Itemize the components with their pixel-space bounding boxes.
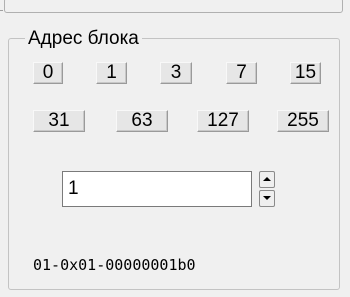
address-readout: 01-0x01-00000001b0 [33,256,196,274]
value-button-127[interactable]: 127 [197,110,249,132]
window-edge [0,10,3,11]
spinner-value: 1 [68,178,79,199]
value-button-1[interactable]: 1 [96,62,127,84]
previous-group-frame [4,0,343,13]
value-button-0[interactable]: 0 [33,62,63,84]
group-title: Адрес блока [25,28,142,50]
spin-down-button[interactable] [259,190,275,207]
block-address-panel: Адрес блока 0 1 3 7 15 31 63 127 255 1 0… [0,0,350,297]
value-button-63[interactable]: 63 [116,110,168,132]
value-button-15[interactable]: 15 [290,62,321,84]
spin-up-button[interactable] [259,171,275,188]
value-button-31[interactable]: 31 [33,110,85,132]
arrow-up-icon [263,177,271,181]
arrow-down-icon [263,196,271,200]
spinner-buttons [259,171,275,207]
block-address-spinner-input[interactable]: 1 [62,171,252,207]
value-button-3[interactable]: 3 [160,62,192,84]
value-button-7[interactable]: 7 [226,62,257,84]
value-button-255[interactable]: 255 [277,110,329,132]
